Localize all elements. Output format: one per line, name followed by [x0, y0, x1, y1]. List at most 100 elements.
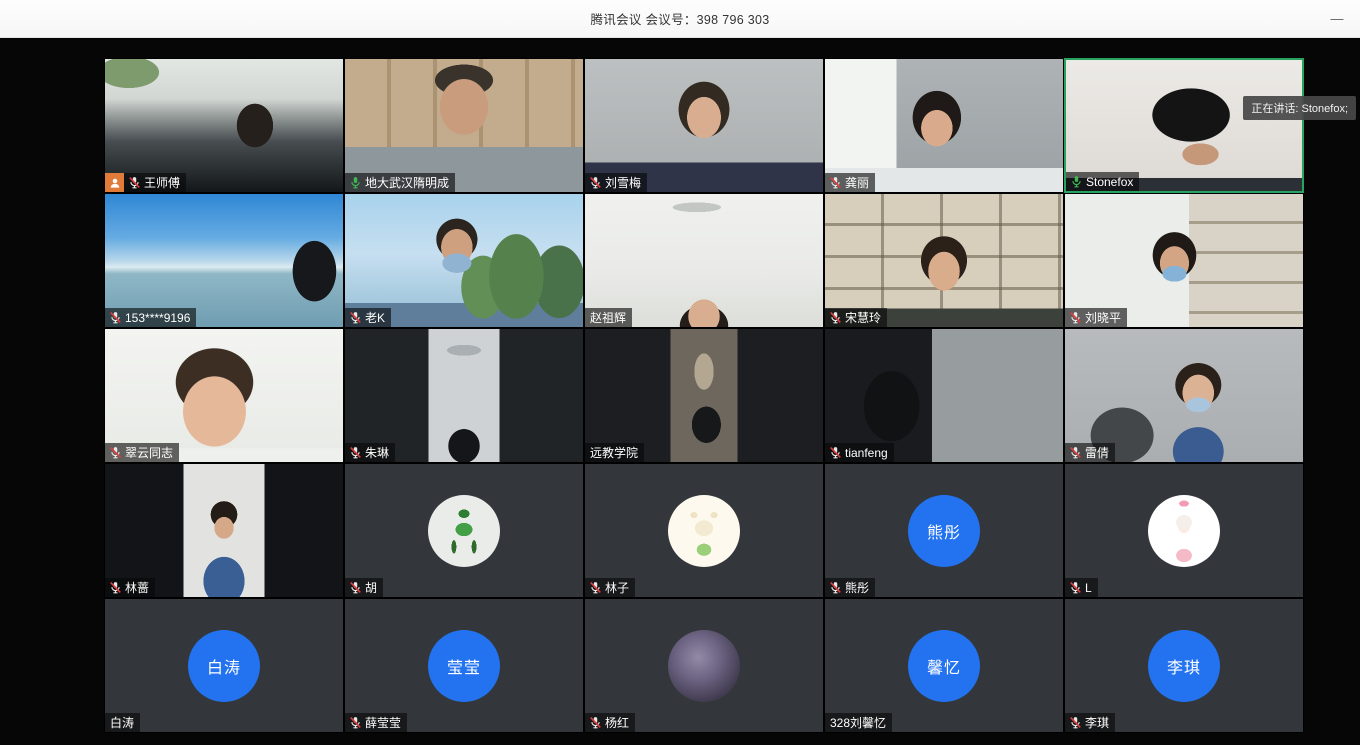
name-label: 朱琳 — [345, 443, 395, 462]
name-label: 杨红 — [585, 713, 635, 732]
meeting-stage: 王师傅 地大武汉隋明成 刘雪梅 龚丽 Stonefox 153****9196 老K 赵祖辉 宋… — [0, 38, 1360, 745]
participant-tile[interactable]: 李琪李琪 — [1064, 598, 1304, 733]
participant-tile[interactable]: 杨红 — [584, 598, 824, 733]
participant-name: 地大武汉隋明成 — [365, 174, 449, 191]
mic-muted-icon — [1069, 446, 1082, 459]
participant-tile[interactable]: 朱琳 — [344, 328, 584, 463]
participant-label-row: 林子 — [585, 578, 635, 597]
participant-label-row: 刘雪梅 — [585, 173, 647, 192]
participant-name: 翠云同志 — [125, 444, 173, 461]
mic-muted-icon — [128, 176, 141, 189]
participant-tile[interactable]: 熊彤熊彤 — [824, 463, 1064, 598]
name-label: 薛莹莹 — [345, 713, 407, 732]
avatar-initials: 莹莹 — [428, 630, 500, 702]
participant-tile[interactable]: 莹莹薛莹莹 — [344, 598, 584, 733]
name-label: 刘晓平 — [1065, 308, 1127, 327]
participant-tile[interactable]: 地大武汉隋明成 — [344, 58, 584, 193]
participant-label-row: 地大武汉隋明成 — [345, 173, 455, 192]
participant-name: 老K — [365, 309, 385, 326]
mic-active-icon — [349, 176, 362, 189]
mic-muted-icon — [109, 581, 122, 594]
participant-label-row: L — [1065, 578, 1098, 597]
participant-tile[interactable]: 王师傅 — [104, 58, 344, 193]
participant-tile[interactable]: 宋慧玲 — [824, 193, 1064, 328]
mic-muted-icon — [829, 581, 842, 594]
participant-tile[interactable]: 馨忆328刘馨忆 — [824, 598, 1064, 733]
mic-muted-icon — [109, 311, 122, 324]
name-label: 龚丽 — [825, 173, 875, 192]
participant-label-row: 朱琳 — [345, 443, 395, 462]
participant-name: 雷倩 — [1085, 444, 1109, 461]
participant-name: 王师傅 — [144, 174, 180, 191]
participant-tile[interactable]: tianfeng — [824, 328, 1064, 463]
meeting-grid: 王师傅 地大武汉隋明成 刘雪梅 龚丽 Stonefox 153****9196 老K 赵祖辉 宋… — [104, 58, 1304, 733]
name-label: 宋慧玲 — [825, 308, 887, 327]
participant-name: 白涛 — [110, 714, 134, 731]
participant-tile[interactable]: L — [1064, 463, 1304, 598]
name-label: 地大武汉隋明成 — [345, 173, 455, 192]
participant-name: 熊彤 — [845, 579, 869, 596]
participant-tile[interactable]: 雷倩 — [1064, 328, 1304, 463]
participant-tile[interactable]: 龚丽 — [824, 58, 1064, 193]
participant-label-row: 328刘馨忆 — [825, 713, 892, 732]
participant-tile[interactable]: 老K — [344, 193, 584, 328]
participant-tile[interactable]: 林子 — [584, 463, 824, 598]
participant-label-row: 远教学院 — [585, 443, 644, 462]
mic-muted-icon — [349, 716, 362, 729]
participant-name: 龚丽 — [845, 174, 869, 191]
name-label: 刘雪梅 — [585, 173, 647, 192]
name-label: 李琪 — [1065, 713, 1115, 732]
participant-name: L — [1085, 581, 1092, 595]
name-label: 林子 — [585, 578, 635, 597]
participant-label-row: 刘晓平 — [1065, 308, 1127, 327]
host-badge — [105, 173, 124, 192]
participant-tile[interactable]: 白涛白涛 — [104, 598, 344, 733]
participant-name: 刘雪梅 — [605, 174, 641, 191]
participant-name: 赵祖辉 — [590, 309, 626, 326]
participant-label-row: 赵祖辉 — [585, 308, 632, 327]
participant-name: 朱琳 — [365, 444, 389, 461]
participant-label-row: 153****9196 — [105, 308, 196, 327]
participant-name: 宋慧玲 — [845, 309, 881, 326]
participant-tile[interactable]: 刘晓平 — [1064, 193, 1304, 328]
participant-label-row: 熊彤 — [825, 578, 875, 597]
mic-muted-icon — [589, 581, 602, 594]
name-label: L — [1065, 578, 1098, 597]
mic-muted-icon — [589, 716, 602, 729]
avatar-area: 白涛 — [105, 599, 343, 732]
avatar-initials: 白涛 — [188, 630, 260, 702]
participant-tile[interactable]: 翠云同志 — [104, 328, 344, 463]
mic-muted-icon — [1069, 311, 1082, 324]
participant-tile[interactable]: 刘雪梅 — [584, 58, 824, 193]
mic-muted-icon — [829, 311, 842, 324]
name-label: 老K — [345, 308, 391, 327]
name-label: 翠云同志 — [105, 443, 179, 462]
cartoon-cat-avatar-image — [668, 495, 740, 567]
participant-label-row: 胡 — [345, 578, 383, 597]
mic-muted-icon — [589, 176, 602, 189]
participant-tile[interactable]: Stonefox — [1064, 58, 1304, 193]
participant-label-row: 龚丽 — [825, 173, 875, 192]
name-label: 328刘馨忆 — [825, 713, 892, 732]
participant-label-row: 宋慧玲 — [825, 308, 887, 327]
participant-label-row: Stonefox — [1066, 172, 1139, 191]
participant-name: Stonefox — [1086, 175, 1133, 189]
title-bar: 腾讯会议 会议号：398 796 303 — — [0, 0, 1360, 38]
participant-tile[interactable]: 赵祖辉 — [584, 193, 824, 328]
participant-tile[interactable]: 远教学院 — [584, 328, 824, 463]
window-title: 腾讯会议 会议号：398 796 303 — [591, 9, 770, 28]
name-label: 林蔷 — [105, 578, 155, 597]
robot-toy-avatar-image — [428, 495, 500, 567]
participant-name: tianfeng — [845, 446, 888, 460]
minimize-button[interactable]: — — [1322, 0, 1352, 38]
participant-name: 153****9196 — [125, 311, 190, 325]
participant-label-row: 杨红 — [585, 713, 635, 732]
participant-label-row: 李琪 — [1065, 713, 1115, 732]
participant-tile[interactable]: 胡 — [344, 463, 584, 598]
participant-tile[interactable]: 林蔷 — [104, 463, 344, 598]
mic-muted-icon — [109, 446, 122, 459]
name-label: 雷倩 — [1065, 443, 1115, 462]
person-icon — [109, 177, 121, 189]
participant-tile[interactable]: 153****9196 — [104, 193, 344, 328]
mic-muted-icon — [349, 581, 362, 594]
